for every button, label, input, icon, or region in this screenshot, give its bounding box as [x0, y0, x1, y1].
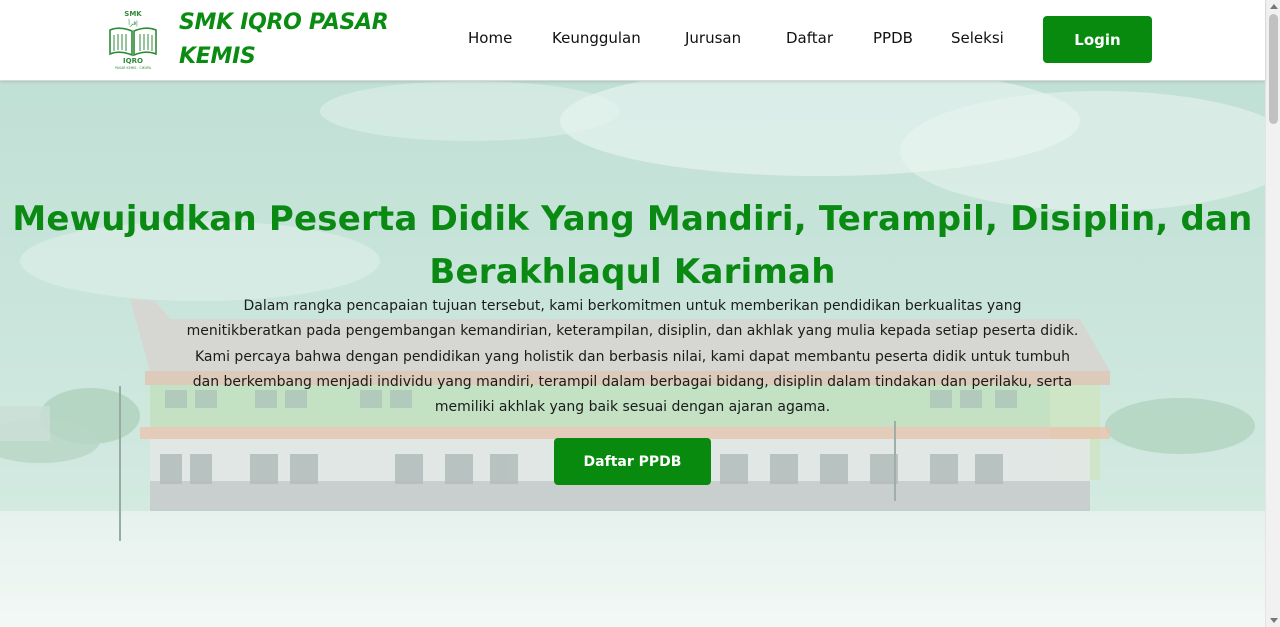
hero-section: Mewujudkan Peserta Didik Yang Mandiri, T…: [0, 81, 1265, 627]
logo-top-text: SMK: [124, 10, 142, 18]
nav-home[interactable]: Home: [468, 29, 512, 47]
logo-caption: PASAR KEMIS - CIKUPA: [115, 66, 152, 70]
svg-text:إقرأ: إقرأ: [128, 19, 138, 27]
scrollbar-thumb[interactable]: [1269, 14, 1278, 124]
scroll-up-arrow-icon[interactable]: [1270, 4, 1278, 9]
nav-keunggulan[interactable]: Keunggulan: [552, 29, 641, 47]
hero-title: Mewujudkan Peserta Didik Yang Mandiri, T…: [12, 199, 1253, 292]
nav-daftar[interactable]: Daftar: [786, 29, 833, 47]
daftar-ppdb-button[interactable]: Daftar PPDB: [554, 438, 711, 485]
brand-name[interactable]: SMK IQRO PASAR KEMIS: [179, 6, 419, 74]
logo-bottom-text: IQRO: [123, 57, 143, 65]
hero-description: Dalam rangka pencapaian tujuan tersebut,…: [186, 298, 1079, 416]
nav-jurusan[interactable]: Jurusan: [685, 29, 741, 47]
nav-ppdb[interactable]: PPDB: [873, 29, 913, 47]
school-logo[interactable]: SMK إقرأ IQRO PASAR KEMIS - CIKUPA: [106, 8, 160, 70]
login-button[interactable]: Login: [1043, 16, 1152, 63]
navbar: SMK إقرأ IQRO PASAR KEMIS - CIKUPA SMK I…: [0, 0, 1265, 81]
scroll-down-arrow-icon[interactable]: [1270, 618, 1278, 623]
nav-seleksi[interactable]: Seleksi: [951, 29, 1004, 47]
page: SMK إقرأ IQRO PASAR KEMIS - CIKUPA SMK I…: [0, 0, 1280, 627]
page-scrollbar[interactable]: [1265, 0, 1280, 627]
